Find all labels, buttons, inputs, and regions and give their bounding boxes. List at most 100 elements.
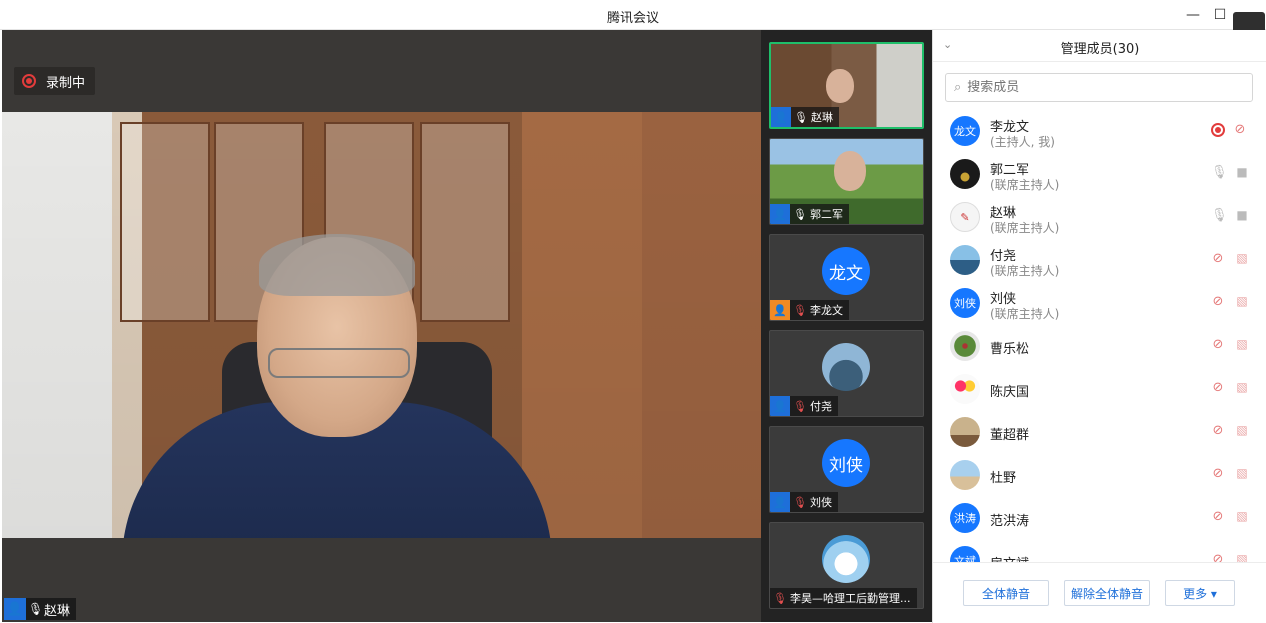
member-list: 龙文 李龙文 (主持人, 我) ⊘ 郭二军 (联席主持人) 🎙 ■ ✎ 赵琳 (… — [933, 110, 1266, 562]
thumbnail-name: 付尧 — [810, 400, 832, 413]
list-icon[interactable]: ☰ — [10, 478, 23, 492]
camera-off-icon[interactable]: ▧ — [1233, 337, 1251, 355]
mic-icon[interactable]: 🎙 — [1211, 208, 1228, 226]
camera-icon[interactable]: ■ — [1233, 208, 1251, 226]
main-video-stage: 录制中 ☰ 👤 🎙 赵琳 — [2, 30, 761, 622]
avatar — [950, 245, 980, 275]
avatar: 龙文 — [822, 247, 870, 295]
avatar — [950, 159, 980, 189]
avatar — [950, 460, 980, 490]
user-icon: 👤 — [770, 204, 790, 224]
avatar: 龙文 — [950, 116, 980, 146]
thumbnail-name: 刘侠 — [810, 496, 832, 509]
member-name: 董超群 — [990, 428, 1030, 443]
member-role: (联席主持人) — [990, 221, 1060, 235]
title-bar: 腾讯会议 — ☐ — [0, 0, 1266, 30]
thumbnail-name: 李龙文 — [810, 304, 843, 317]
thumbnail-label: 🎙 李昊—哈理工后勤管理... — [770, 588, 917, 608]
mic-icon: 🎙 — [793, 207, 807, 221]
camera-off-icon[interactable]: ▧ — [1233, 552, 1251, 562]
thumbnail-name: 赵琳 — [811, 111, 833, 124]
search-icon: ⌕ — [954, 80, 962, 95]
member-row[interactable]: 陈庆国 ⊘ ▧ — [933, 368, 1266, 411]
member-row[interactable]: 郭二军 (联席主持人) 🎙 ■ — [933, 153, 1266, 196]
member-name: 房文斌 — [990, 553, 1029, 562]
thumbnail-tile[interactable]: 刘侠 👤 🎙 刘侠 — [769, 426, 924, 513]
mute-all-button[interactable]: 全体静音 — [963, 580, 1049, 606]
member-panel: ⌄ 管理成员(30) ⌕ 龙文 李龙文 (主持人, 我) ⊘ 郭二军 (联席主持… — [932, 30, 1266, 623]
unmute-all-button[interactable]: 解除全体静音 — [1064, 580, 1150, 606]
member-row[interactable]: ✎ 赵琳 (联席主持人) 🎙 ■ — [933, 196, 1266, 239]
avatar — [950, 331, 980, 361]
camera-off-icon[interactable]: ▧ — [1233, 509, 1251, 527]
thumbnail-label: 👤 🎙 郭二军 — [770, 204, 849, 224]
mic-muted-icon: 🎙 — [773, 591, 787, 605]
camera-off-icon[interactable]: ▧ — [1233, 423, 1251, 441]
more-button[interactable]: 更多 ▾ — [1165, 580, 1235, 606]
thumbnail-tile[interactable]: 👤 🎙 付尧 — [769, 330, 924, 417]
panel-header: ⌄ 管理成员(30) — [933, 30, 1266, 62]
maximize-icon[interactable]: ☐ — [1211, 6, 1229, 24]
member-search: ⌕ — [945, 73, 1253, 102]
camera-off-icon[interactable]: ▧ — [1233, 466, 1251, 484]
thumbnail-name: 郭二军 — [810, 208, 843, 221]
mic-muted-icon[interactable]: ⊘ — [1211, 337, 1225, 355]
member-role: (联席主持人) — [990, 178, 1060, 192]
thumbnail-tile[interactable]: 👤 🎙 赵琳 — [769, 42, 924, 129]
speaker-name-tag: 👤 🎙 赵琳 — [4, 598, 77, 620]
member-row[interactable]: 付尧 (联席主持人) ⊘ ▧ — [933, 239, 1266, 282]
minimize-icon[interactable]: — — [1184, 6, 1202, 24]
search-input[interactable] — [967, 80, 1228, 95]
avatar — [950, 374, 980, 404]
avatar: 刘侠 — [822, 439, 870, 487]
recording-label: 录制中 — [46, 75, 86, 91]
member-row[interactable]: 董超群 ⊘ ▧ — [933, 411, 1266, 454]
member-row[interactable]: 洪涛 范洪涛 ⊘ ▧ — [933, 497, 1266, 540]
member-row[interactable]: 文斌 房文斌 ⊘ ▧ — [933, 540, 1266, 562]
avatar: ✎ — [950, 202, 980, 232]
mic-muted-icon[interactable]: ⊘ — [1211, 552, 1225, 562]
member-role: (联席主持人) — [990, 264, 1060, 278]
mic-muted-icon[interactable]: ⊘ — [1211, 466, 1225, 484]
bookshelf — [420, 122, 510, 322]
thumbnail-tile[interactable]: 🎙 李昊—哈理工后勤管理... — [769, 522, 924, 609]
mic-muted-icon: 🎙 — [793, 495, 807, 509]
mic-muted-icon[interactable]: ⊘ — [1233, 122, 1247, 140]
panel-title: 管理成员(30) — [1060, 42, 1140, 57]
record-icon — [22, 74, 36, 88]
speaker-video — [2, 112, 761, 538]
thumbnail-label: 👤 🎙 付尧 — [770, 396, 838, 416]
member-row[interactable]: 刘侠 刘侠 (联席主持人) ⊘ ▧ — [933, 282, 1266, 325]
mic-muted-icon[interactable]: ⊘ — [1211, 380, 1225, 398]
participant-thumbnails: 👤 🎙 赵琳 👤 🎙 郭二军 龙文 👤 🎙 李龙文 👤 🎙 付尧 刘侠 👤 🎙 … — [761, 30, 932, 622]
speaker-glasses — [268, 348, 410, 378]
member-name: 曹乐松 — [990, 342, 1030, 357]
mic-muted-icon[interactable]: ⊘ — [1211, 294, 1225, 312]
mic-muted-icon[interactable]: ⊘ — [1211, 509, 1225, 527]
member-row[interactable]: 杜野 ⊘ ▧ — [933, 454, 1266, 497]
camera-icon[interactable]: ■ — [1233, 165, 1251, 183]
window-title: 腾讯会议 — [606, 11, 659, 26]
thumbnail-label: 👤 🎙 李龙文 — [770, 300, 849, 320]
thumbnail-tile[interactable]: 龙文 👤 🎙 李龙文 — [769, 234, 924, 321]
member-row[interactable]: 龙文 李龙文 (主持人, 我) ⊘ — [933, 110, 1266, 153]
mic-icon: 🎙 — [28, 602, 44, 616]
camera-off-icon[interactable]: ▧ — [1233, 294, 1251, 312]
member-row[interactable]: 曹乐松 ⊘ ▧ — [933, 325, 1266, 368]
recording-badge[interactable]: 录制中 — [14, 67, 96, 95]
camera-off-icon[interactable]: ▧ — [1233, 251, 1251, 269]
mic-icon[interactable]: 🎙 — [1211, 165, 1228, 183]
thumbnail-tile[interactable]: 👤 🎙 郭二军 — [769, 138, 924, 225]
user-icon: 👤 — [770, 492, 790, 512]
member-name: 范洪涛 — [990, 514, 1030, 529]
mic-muted-icon[interactable]: ⊘ — [1211, 251, 1225, 269]
avatar — [822, 535, 870, 583]
thumbnail-name: 李昊—哈理工后勤管理... — [790, 592, 911, 605]
panel-footer: 全体静音 解除全体静音 更多 ▾ — [933, 562, 1266, 623]
thumbnail-label: 👤 🎙 刘侠 — [770, 492, 838, 512]
user-icon: 👤 — [4, 598, 26, 620]
user-icon: 👤 — [770, 300, 790, 320]
mic-muted-icon[interactable]: ⊘ — [1211, 423, 1225, 441]
camera-off-icon[interactable]: ▧ — [1233, 380, 1251, 398]
user-icon: 👤 — [770, 396, 790, 416]
